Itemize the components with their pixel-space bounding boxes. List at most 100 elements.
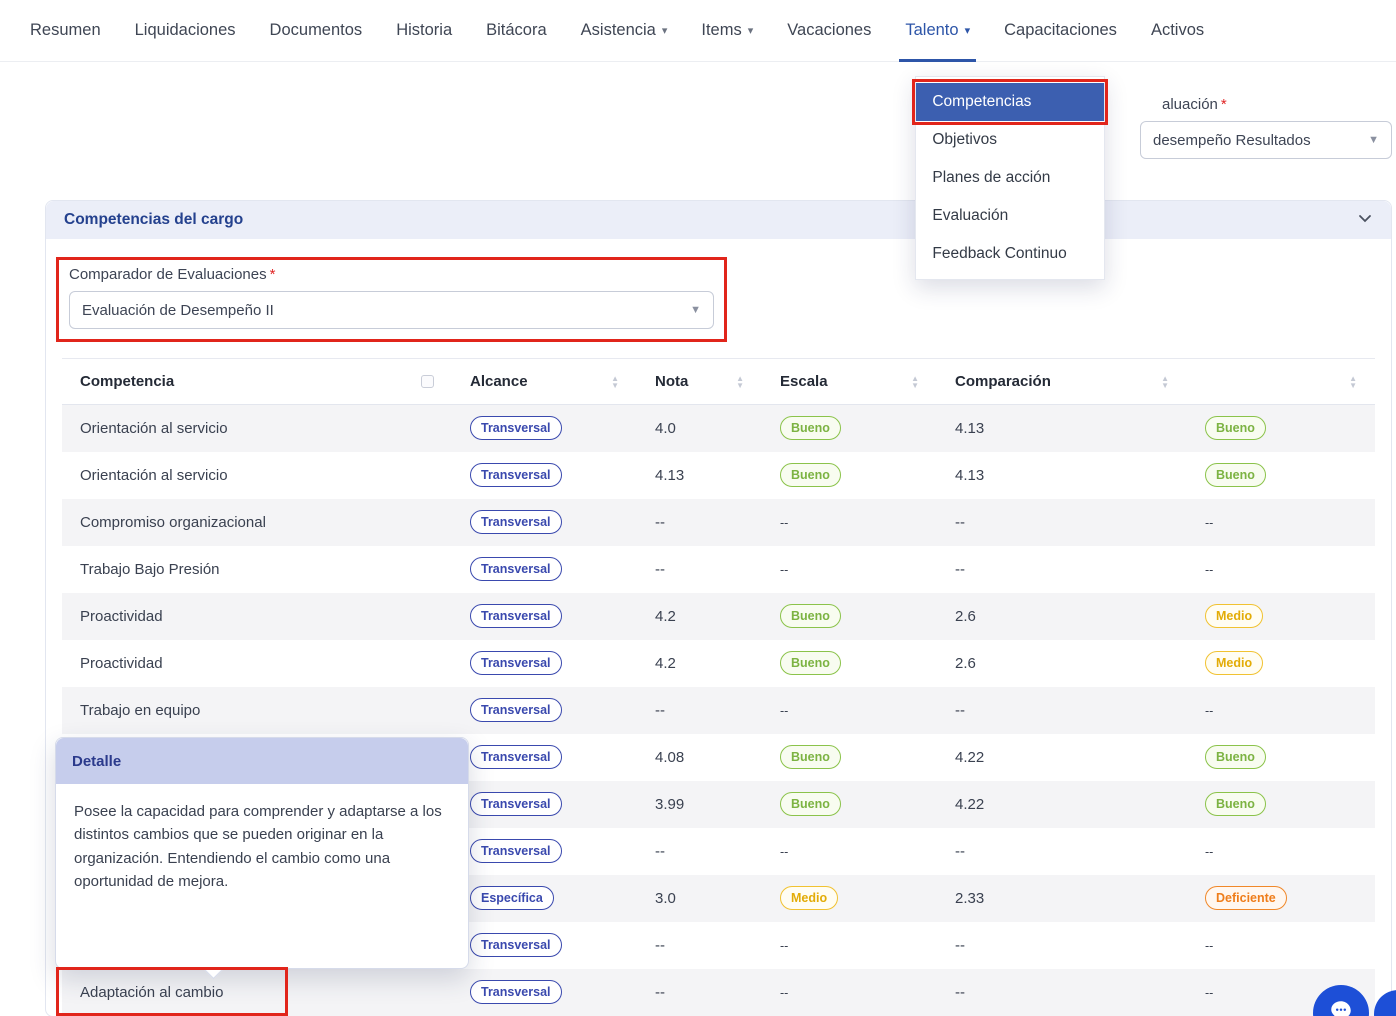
comparacion-value: -- <box>955 702 965 719</box>
tab-activos[interactable]: Activos <box>1151 0 1204 62</box>
panel-title: Competencias del cargo <box>64 211 243 229</box>
tab-capacitaciones[interactable]: Capacitaciones <box>1004 0 1117 62</box>
scope-badge: Transversal <box>470 745 562 769</box>
competencia-text: Adaptación al cambio <box>80 984 223 1001</box>
escala-badge: Bueno <box>780 416 841 440</box>
sort-icon[interactable]: ▲▼ <box>1161 375 1169 389</box>
table-row[interactable]: Compromiso organizacional Transversal --… <box>62 499 1375 546</box>
comparator-select[interactable]: Evaluación de Desempeño II ▼ <box>69 291 714 329</box>
col-resultado[interactable]: ▲▼ <box>1187 359 1375 405</box>
sort-icon[interactable]: ▲▼ <box>736 375 744 389</box>
nota-value: 4.2 <box>655 655 676 672</box>
tab-vacaciones[interactable]: Vacaciones <box>787 0 871 62</box>
tab-label: Resumen <box>30 21 101 40</box>
sort-icon[interactable]: ▲▼ <box>911 375 919 389</box>
scope-badge: Transversal <box>470 933 562 957</box>
comparacion-value: -- <box>955 937 965 954</box>
resultado-badge: -- <box>1205 516 1213 530</box>
tab-resumen[interactable]: Resumen <box>30 0 101 62</box>
scope-badge: Específica <box>470 886 554 910</box>
table-row[interactable]: Orientación al servicio Transversal 4.13… <box>62 452 1375 499</box>
tooltip-body: Posee la capacidad para comprender y ada… <box>56 784 468 909</box>
tab-asistencia[interactable]: Asistencia▾ <box>581 0 668 62</box>
scope-badge: Transversal <box>470 839 562 863</box>
menu-item-competencias[interactable]: Competencias <box>916 83 1104 121</box>
table-row[interactable]: Proactividad Transversal 4.2 Bueno 2.6 M… <box>62 640 1375 687</box>
select-value: desempeño Resultados <box>1153 132 1311 149</box>
tab-label: Documentos <box>270 21 363 40</box>
comparacion-value: 4.22 <box>955 796 984 813</box>
scope-badge: Transversal <box>470 416 562 440</box>
nota-value: -- <box>655 702 665 719</box>
resultado-badge: Bueno <box>1205 792 1266 816</box>
nota-value: 3.0 <box>655 890 676 907</box>
competencia-text: Compromiso organizacional <box>80 514 266 531</box>
tab-bitacora[interactable]: Bitácora <box>486 0 547 62</box>
tab-label: Historia <box>396 21 452 40</box>
col-nota[interactable]: Nota▲▼ <box>637 359 762 405</box>
select-all-checkbox[interactable] <box>421 375 434 388</box>
panel-header[interactable]: Competencias del cargo <box>46 201 1391 239</box>
competencia-text: Proactividad <box>80 608 163 625</box>
competencia-text: Trabajo en equipo <box>80 702 200 719</box>
nota-value: -- <box>655 937 665 954</box>
escala-badge: -- <box>780 939 788 953</box>
menu-item-objetivos[interactable]: Objetivos <box>916 121 1104 159</box>
col-escala[interactable]: Escala▲▼ <box>762 359 937 405</box>
scope-badge: Transversal <box>470 557 562 581</box>
scope-badge: Transversal <box>470 792 562 816</box>
comparacion-value: 4.13 <box>955 467 984 484</box>
page: Resumen Liquidaciones Documentos Histori… <box>0 0 1396 1016</box>
tab-label: Talento <box>905 21 958 40</box>
menu-item-feedback-continuo[interactable]: Feedback Continuo <box>916 235 1104 273</box>
col-alcance[interactable]: Alcance▲▼ <box>452 359 637 405</box>
chevron-down-icon[interactable] <box>1357 210 1373 231</box>
resultado-badge: Bueno <box>1205 463 1266 487</box>
tab-documentos[interactable]: Documentos <box>270 0 363 62</box>
tab-label: Items <box>701 21 741 40</box>
nota-value: 3.99 <box>655 796 684 813</box>
table-header-row: Competencia Alcance▲▼ Nota▲▼ Escala▲▼ Co… <box>62 359 1375 405</box>
comparacion-value: 2.6 <box>955 655 976 672</box>
scope-badge: Transversal <box>470 463 562 487</box>
tab-items[interactable]: Items▾ <box>701 0 753 62</box>
comparator-label: Comparador de Evaluaciones* <box>69 266 714 283</box>
sort-icon[interactable]: ▲▼ <box>611 375 619 389</box>
table-row[interactable]: Trabajo en equipo Transversal -- -- -- -… <box>62 687 1375 734</box>
escala-badge: Bueno <box>780 745 841 769</box>
nota-value: -- <box>655 843 665 860</box>
comparacion-value: 2.6 <box>955 608 976 625</box>
scope-badge: Transversal <box>470 604 562 628</box>
resultado-badge: Bueno <box>1205 745 1266 769</box>
menu-item-evaluacion[interactable]: Evaluación <box>916 197 1104 235</box>
nota-value: 4.13 <box>655 467 684 484</box>
tab-label: Capacitaciones <box>1004 21 1117 40</box>
comparacion-value: -- <box>955 843 965 860</box>
tooltip-title: Detalle <box>56 738 468 784</box>
nota-value: 4.2 <box>655 608 676 625</box>
escala-badge: Medio <box>780 886 838 910</box>
chat-icon <box>1328 998 1354 1016</box>
evaluacion-field-label: aluación* <box>1162 96 1227 113</box>
resultado-badge: -- <box>1205 939 1213 953</box>
top-nav: Resumen Liquidaciones Documentos Histori… <box>0 0 1396 62</box>
resultado-badge: -- <box>1205 845 1213 859</box>
sort-icon[interactable]: ▲▼ <box>1349 375 1357 389</box>
tab-talento[interactable]: Talento ▾ Competencias Objetivos Planes … <box>905 0 970 62</box>
evaluacion-select[interactable]: desempeño Resultados ▼ <box>1140 121 1392 159</box>
menu-item-planes-de-accion[interactable]: Planes de acción <box>916 159 1104 197</box>
table-row[interactable]: Orientación al servicio Transversal 4.0 … <box>62 405 1375 452</box>
tab-historia[interactable]: Historia <box>396 0 452 62</box>
tab-liquidaciones[interactable]: Liquidaciones <box>135 0 236 62</box>
table-row[interactable]: Trabajo Bajo Presión Transversal -- -- -… <box>62 546 1375 593</box>
annotation-red-box: Comparador de Evaluaciones* Evaluación d… <box>56 257 727 342</box>
chevron-down-icon: ▼ <box>1368 134 1379 146</box>
escala-badge: Bueno <box>780 604 841 628</box>
competencia-text: Orientación al servicio <box>80 467 228 484</box>
escala-badge: Bueno <box>780 651 841 675</box>
table-row[interactable]: Adaptación al cambio Transversal -- -- -… <box>62 969 1375 1016</box>
tab-label: Vacaciones <box>787 21 871 40</box>
chevron-down-icon: ▾ <box>965 24 971 37</box>
col-comparacion[interactable]: Comparación▲▼ <box>937 359 1187 405</box>
table-row[interactable]: Proactividad Transversal 4.2 Bueno 2.6 M… <box>62 593 1375 640</box>
